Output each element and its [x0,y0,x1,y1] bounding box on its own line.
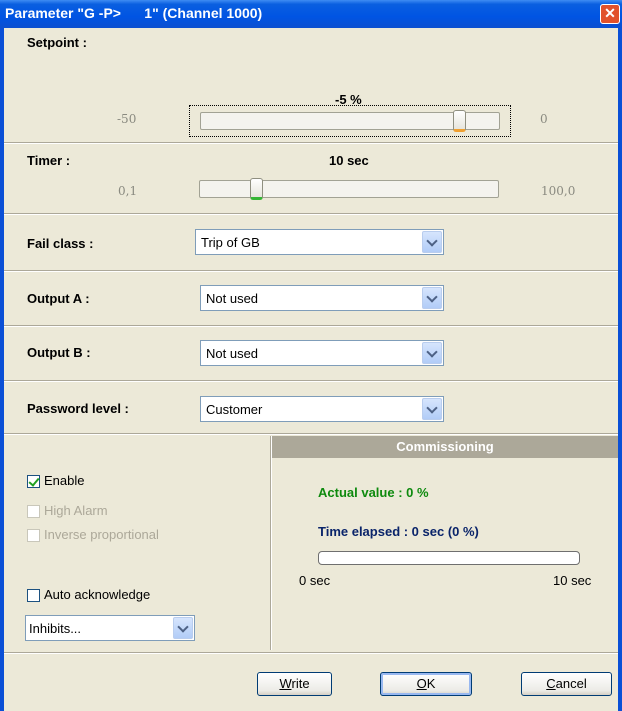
inhibits-dropdown-button[interactable] [173,617,193,639]
window-frame-right [618,28,622,711]
enable-checkbox[interactable]: Enable [27,472,187,492]
progress-min-label: 0 sec [299,573,331,588]
high-alarm-checkbox[interactable]: High Alarm [27,502,197,522]
fail-class-value: Trip of GB [201,235,260,250]
timer-min-label: 0,1 [118,184,138,198]
ok-button-label: K [426,676,436,691]
output-a-value: Not used [206,291,259,306]
chevron-down-icon [426,235,438,247]
divider [4,433,618,435]
title-bar: Parameter "G -P> 1" (Channel 1000) ✕ [0,0,622,28]
progress-max-label: 10 sec [553,573,592,588]
output-a-label: Output A : [27,291,90,306]
inverse-proportional-checkbox-box[interactable] [27,529,40,542]
divider [4,270,618,272]
fail-class-dropdown-button[interactable] [422,231,442,253]
timer-slider-thumb[interactable] [250,178,264,200]
chevron-down-icon [177,621,189,633]
section-separator [270,436,272,650]
cancel-button-label: ancel [555,676,587,691]
write-mnemonic: W [279,676,292,691]
timer-max-label: 100,0 [541,184,576,198]
fail-class-label: Fail class : [27,236,94,251]
write-button-label: rite [291,676,310,691]
divider [4,142,618,144]
actual-value-text: Actual value : 0 % [318,485,429,500]
commissioning-header: Commissioning [272,436,618,458]
high-alarm-checkbox-box[interactable] [27,505,40,518]
high-alarm-label: High Alarm [44,503,108,518]
output-b-label: Output B : [27,345,91,360]
window-frame-left [0,28,4,711]
auto-acknowledge-label: Auto acknowledge [44,587,151,602]
password-level-label: Password level : [27,401,129,416]
check-icon [28,475,40,487]
setpoint-min-label: -50 [117,112,137,126]
enable-label: Enable [44,473,85,488]
divider [4,325,618,327]
close-icon: ✕ [604,5,616,21]
output-b-dropdown-button[interactable] [422,342,442,364]
setpoint-slider-thumb[interactable] [452,110,466,132]
setpoint-max-label: 0 [540,112,548,126]
inhibits-select[interactable]: Inhibits... [25,615,195,641]
inverse-proportional-label: Inverse proportional [44,527,159,542]
write-button[interactable]: Write [257,672,332,696]
timer-value-text: 10 sec [329,153,369,168]
timer-label: Timer : [27,153,71,168]
chevron-down-icon [426,402,438,414]
auto-acknowledge-checkbox-box[interactable] [27,589,40,602]
divider [4,380,618,382]
time-elapsed-progress-bar [318,551,580,565]
chevron-down-icon [426,291,438,303]
cancel-button[interactable]: Cancel [521,672,612,696]
output-b-select[interactable]: Not used [200,340,444,366]
fail-class-select[interactable]: Trip of GB [195,229,444,255]
divider [4,652,618,654]
ok-button[interactable]: OK [380,672,472,696]
output-a-select[interactable]: Not used [200,285,444,311]
password-level-dropdown-button[interactable] [422,398,442,420]
timer-slider[interactable] [199,178,499,202]
close-button[interactable]: ✕ [600,4,620,24]
time-elapsed-text: Time elapsed : 0 sec (0 %) [318,524,479,539]
enable-checkbox-box[interactable] [27,475,40,488]
auto-acknowledge-checkbox[interactable]: Auto acknowledge [27,586,217,606]
cancel-mnemonic: C [546,676,556,691]
output-b-value: Not used [206,346,259,361]
inhibits-value: Inhibits... [29,621,82,636]
timer-slider-track [199,180,499,198]
output-a-dropdown-button[interactable] [422,287,442,309]
inverse-proportional-checkbox[interactable]: Inverse proportional [27,526,227,546]
password-level-select[interactable]: Customer [200,396,444,422]
ok-mnemonic: O [416,676,427,691]
divider [4,213,618,215]
chevron-down-icon [426,346,438,358]
setpoint-label: Setpoint : [27,35,87,50]
password-level-value: Customer [206,402,263,417]
setpoint-slider[interactable] [189,105,511,137]
window-title: Parameter "G -P> 1" (Channel 1000) [5,5,263,21]
